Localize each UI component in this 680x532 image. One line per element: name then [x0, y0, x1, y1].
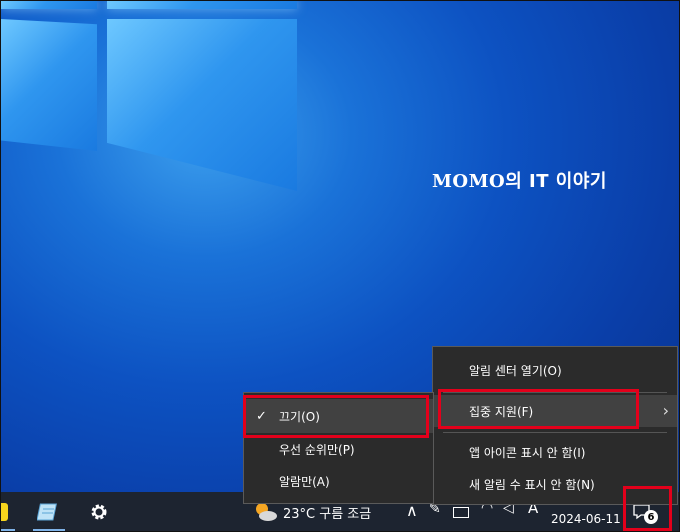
watermark-text: MOMO의 IT 이야기: [432, 167, 607, 193]
menu-item-hide-app-icons[interactable]: 앱 아이콘 표시 안 함(I): [433, 436, 677, 468]
highlight-box-focus-assist: [438, 389, 639, 429]
menu-item-open-action-center[interactable]: 알림 센터 열기(O): [433, 354, 677, 386]
highlight-box-notification-button: [623, 486, 672, 531]
submenu-chevron-right-icon: ›: [662, 401, 669, 420]
windows-logo-pane-bottom-left: [1, 19, 97, 151]
clock-date[interactable]: 2024-06-11: [551, 512, 621, 526]
submenu-item-label: 우선 순위만(P): [279, 442, 355, 457]
active-app-indicator: [33, 529, 65, 531]
submenu-item-label: 알람만(A): [279, 474, 330, 489]
menu-separator: [443, 432, 667, 433]
partly-cloudy-icon: [256, 503, 277, 521]
screen: MOMO의 IT 이야기 23°C 구름 조금 ∧ ✎ ◠ ◁ A 2024-0…: [0, 0, 680, 532]
active-app-indicator: [1, 529, 15, 531]
settings-gear-icon: [91, 504, 107, 519]
menu-item-label: 새 알림 수 표시 안 함(N): [469, 477, 595, 492]
battery-icon[interactable]: [453, 507, 469, 518]
windows-logo-pane-bottom-right: [107, 19, 297, 191]
windows-logo-pane-top-right: [107, 1, 297, 9]
kakaotalk-icon: [1, 502, 8, 521]
watermark-brand: MOMO: [432, 171, 506, 192]
watermark-rest: 의 IT 이야기: [505, 171, 607, 192]
taskbar-app-notepad[interactable]: [29, 492, 69, 531]
windows-logo-pane-top-left: [1, 1, 97, 9]
menu-item-label: 알림 센터 열기(O): [469, 363, 562, 378]
weather-text: 23°C 구름 조금: [283, 506, 372, 522]
taskbar-app-kakaotalk[interactable]: [1, 492, 19, 531]
notepad-icon: [37, 503, 57, 520]
submenu-item-alarms-only[interactable]: 알람만(A): [244, 465, 433, 497]
menu-item-label: 앱 아이콘 표시 안 함(I): [469, 445, 586, 460]
taskbar-app-settings[interactable]: [79, 492, 119, 531]
highlight-box-off: [243, 395, 429, 438]
